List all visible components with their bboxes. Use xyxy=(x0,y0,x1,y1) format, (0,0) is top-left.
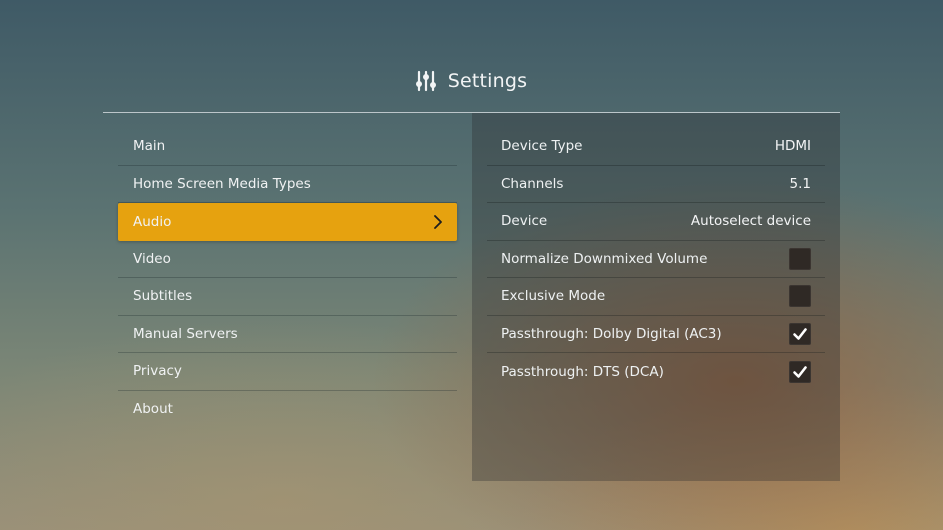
setting-label: Normalize Downmixed Volume xyxy=(501,250,708,267)
normalize-downmixed-volume-checkbox[interactable] xyxy=(789,247,811,270)
setting-value: 5.1 xyxy=(789,175,811,192)
passthrough-ac3-checkbox[interactable] xyxy=(789,322,811,345)
menu-item-label: Subtitles xyxy=(133,288,193,305)
setting-channels[interactable]: Channels 5.1 xyxy=(487,166,825,203)
setting-passthrough-ac3[interactable]: Passthrough: Dolby Digital (AC3) xyxy=(487,316,825,353)
settings-menu: Main Home Screen Media Types Audio Video… xyxy=(118,128,457,428)
passthrough-dts-checkbox[interactable] xyxy=(789,360,811,383)
menu-item-subtitles[interactable]: Subtitles xyxy=(118,278,457,316)
menu-item-label: Main xyxy=(133,138,166,155)
setting-label: Channels xyxy=(501,175,564,192)
sliders-icon xyxy=(415,70,436,92)
setting-normalize-downmixed-volume[interactable]: Normalize Downmixed Volume xyxy=(487,241,825,278)
audio-settings-list: Device Type HDMI Channels 5.1 Device Aut… xyxy=(487,128,825,391)
setting-label: Device xyxy=(501,213,548,230)
menu-item-label: Audio xyxy=(133,213,172,230)
menu-item-home-screen-media-types[interactable]: Home Screen Media Types xyxy=(118,166,457,203)
menu-item-label: Manual Servers xyxy=(133,325,238,342)
checkmark-icon xyxy=(793,327,807,340)
setting-device-type[interactable]: Device Type HDMI xyxy=(487,128,825,166)
audio-settings-panel: Device Type HDMI Channels 5.1 Device Aut… xyxy=(472,113,840,481)
menu-item-video[interactable]: Video xyxy=(118,241,457,278)
menu-item-label: Home Screen Media Types xyxy=(133,175,311,192)
setting-device[interactable]: Device Autoselect device xyxy=(487,203,825,241)
setting-exclusive-mode[interactable]: Exclusive Mode xyxy=(487,278,825,316)
setting-value: HDMI xyxy=(774,138,811,155)
page-header: Settings xyxy=(0,66,943,96)
checkmark-icon xyxy=(793,365,807,378)
setting-label: Passthrough: DTS (DCA) xyxy=(501,363,664,380)
menu-item-label: Video xyxy=(133,250,171,267)
setting-label: Exclusive Mode xyxy=(501,288,606,305)
menu-item-manual-servers[interactable]: Manual Servers xyxy=(118,316,457,353)
menu-item-label: About xyxy=(133,401,173,418)
page-title: Settings xyxy=(447,70,528,92)
setting-label: Passthrough: Dolby Digital (AC3) xyxy=(501,325,722,342)
menu-item-about[interactable]: About xyxy=(118,391,457,429)
exclusive-mode-checkbox[interactable] xyxy=(789,285,811,308)
menu-item-label: Privacy xyxy=(133,363,182,380)
setting-passthrough-dts[interactable]: Passthrough: DTS (DCA) xyxy=(487,353,825,391)
chevron-right-icon xyxy=(433,214,443,229)
menu-item-audio[interactable]: Audio xyxy=(118,203,457,241)
setting-label: Device Type xyxy=(501,138,583,155)
menu-item-main[interactable]: Main xyxy=(118,128,457,166)
menu-item-privacy[interactable]: Privacy xyxy=(118,353,457,391)
setting-value: Autoselect device xyxy=(690,213,811,230)
